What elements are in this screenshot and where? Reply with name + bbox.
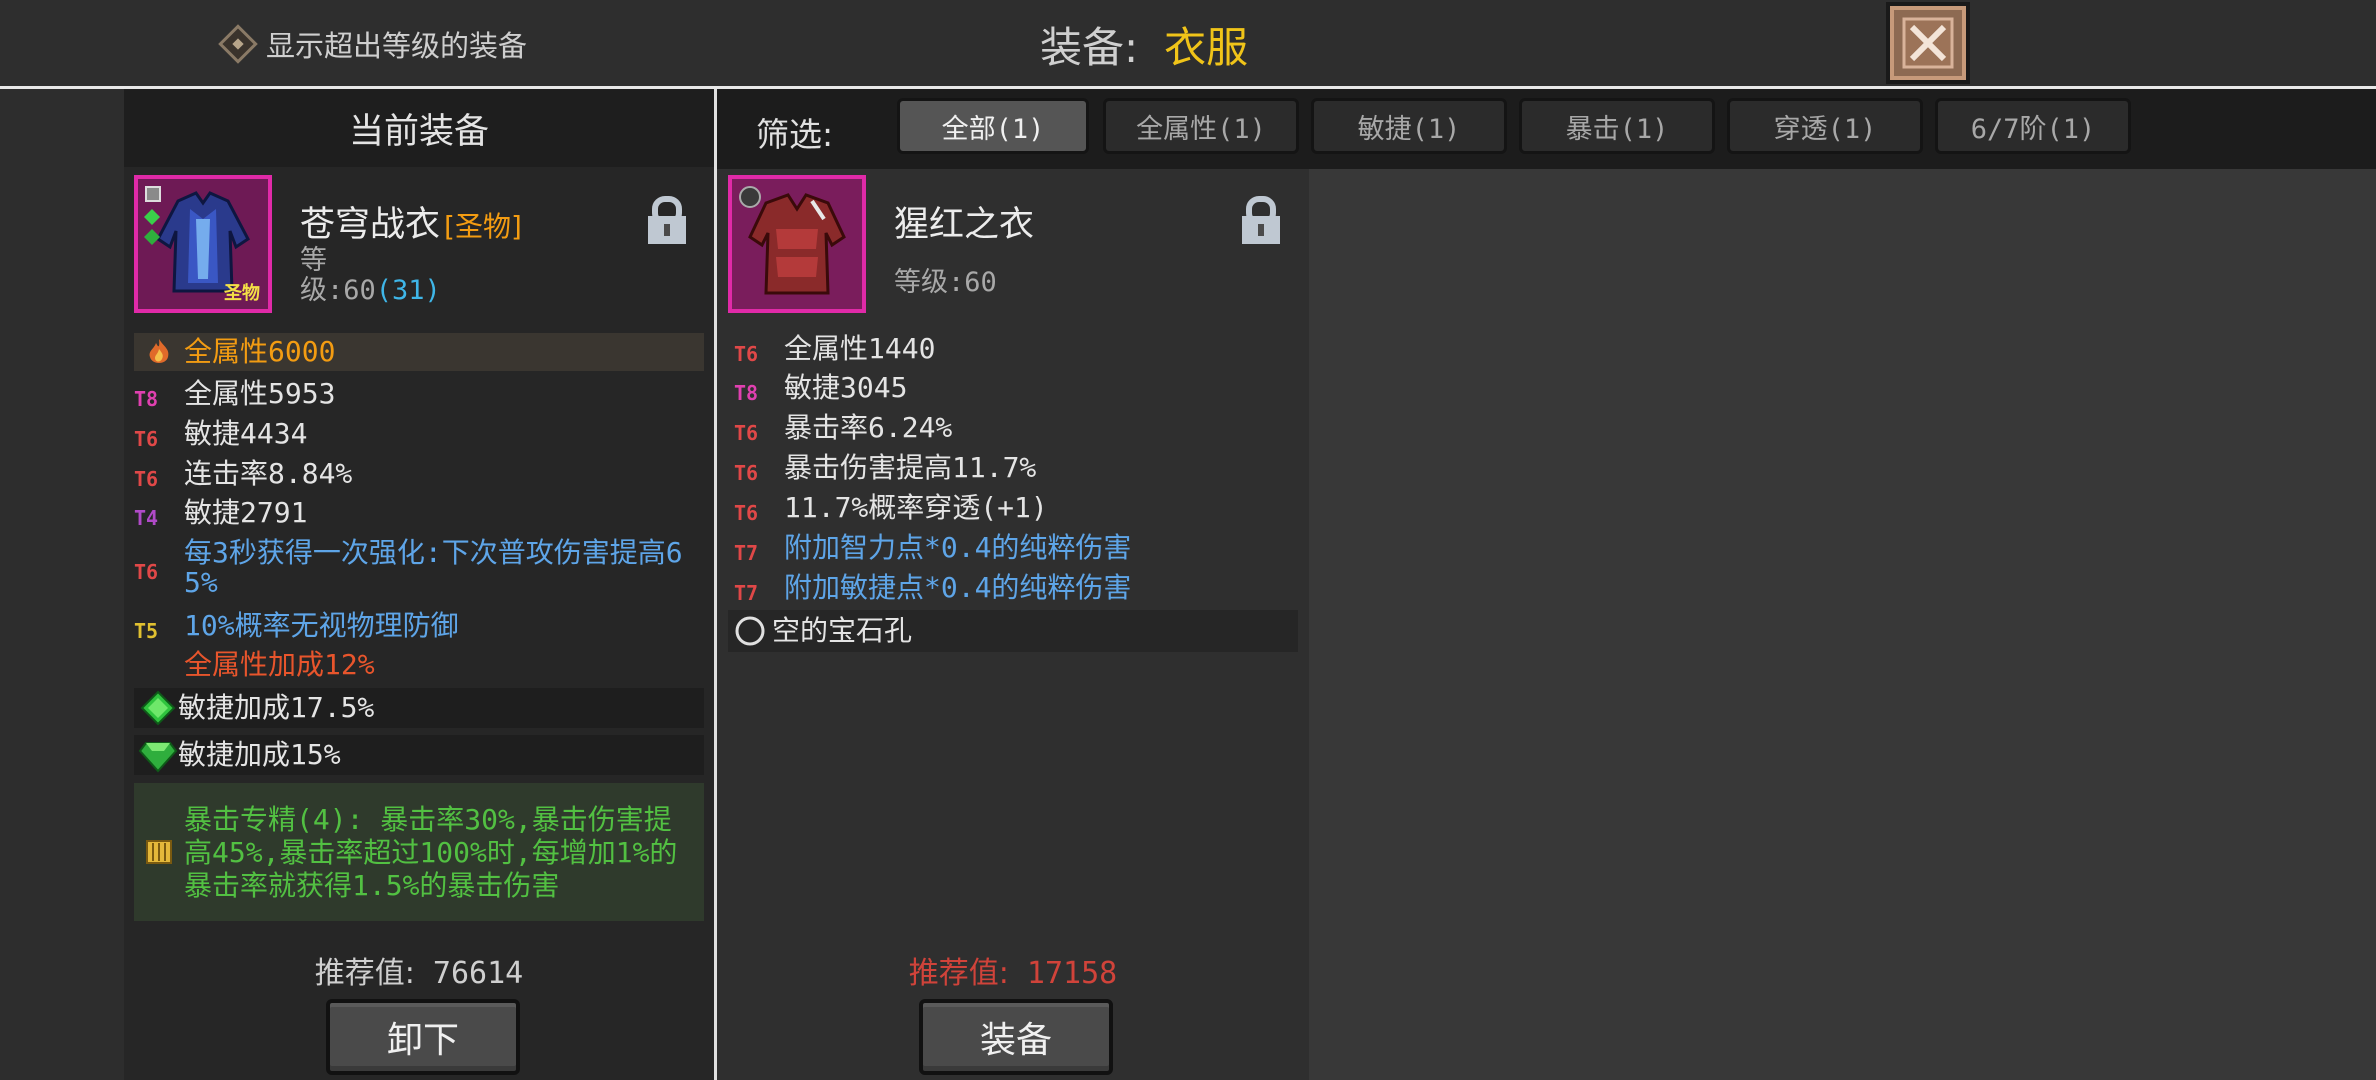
stat-text: 10%概率无视物理防御 bbox=[184, 609, 459, 642]
gem-row[interactable]: 敏捷加成15% bbox=[134, 735, 704, 775]
tier-label: T7 bbox=[734, 541, 759, 565]
stat-text: 每3秒获得一次强化:下次普攻伤害提高65% bbox=[184, 536, 683, 599]
socket-ring-icon bbox=[735, 616, 765, 646]
close-x-icon bbox=[1902, 17, 1954, 69]
current-stat-row: T4 敏捷2791 bbox=[134, 499, 704, 532]
title-label: 装备: bbox=[1040, 22, 1139, 72]
stat-text: 附加敏捷点*0.4的纯粹伤害 bbox=[784, 571, 1132, 604]
candidate-stat-row: T6 暴击伤害提高11.7% bbox=[734, 454, 1294, 487]
current-stat-row: T8 全属性5953 bbox=[134, 380, 704, 413]
show-over-level-toggle[interactable]: 显示超出等级的装备 bbox=[218, 24, 528, 64]
tab-all[interactable]: 全部(1) bbox=[897, 98, 1089, 154]
tier-label: T5 bbox=[134, 619, 159, 643]
lock-icon[interactable] bbox=[646, 196, 688, 246]
tab-penetration[interactable]: 穿透(1) bbox=[1727, 98, 1923, 154]
gem-icon bbox=[138, 742, 178, 773]
candidate-stat-row: T8 敏捷3045 bbox=[734, 374, 1294, 407]
tier-label: T4 bbox=[134, 506, 159, 530]
tier-label: T6 bbox=[134, 427, 159, 451]
candidate-item-icon[interactable] bbox=[728, 175, 866, 313]
candidate-stat-row: T7 附加敏捷点*0.4的纯粹伤害 bbox=[734, 574, 1294, 607]
gem-row[interactable]: 敏捷加成17.5% bbox=[134, 688, 704, 728]
lock-icon[interactable] bbox=[1240, 196, 1282, 246]
current-recommend: 推荐值: 76614 bbox=[124, 948, 714, 992]
recommend-label: 推荐值: bbox=[314, 956, 415, 991]
scroll-icon bbox=[134, 837, 184, 867]
tab-tier-6-7[interactable]: 6/7阶(1) bbox=[1935, 98, 2131, 154]
tier-label bbox=[134, 651, 184, 656]
current-item-title: 苍穹战衣 [圣物] bbox=[300, 196, 522, 247]
current-stat-row: T6 敏捷4434 bbox=[134, 420, 704, 453]
candidate-stat-row: T6 11.7%概率穿透(+1) bbox=[734, 494, 1294, 527]
set-bonus-row: 暴击专精(4): 暴击率30%,暴击伤害提高45%,暴击率超过100%时,每增加… bbox=[134, 783, 704, 921]
close-button[interactable] bbox=[1886, 2, 1970, 84]
current-stat-row: 全属性加成12% bbox=[134, 651, 704, 679]
current-stat-row: T6 每3秒获得一次强化:下次普攻伤害提高65% bbox=[134, 538, 694, 598]
gem-icon bbox=[140, 690, 176, 726]
tier-label: T8 bbox=[734, 381, 759, 405]
current-stat-row: T5 10%概率无视物理防御 bbox=[134, 612, 704, 645]
recommend-label: 推荐值: bbox=[908, 956, 1009, 991]
tier-label: T6 bbox=[734, 342, 759, 366]
stat-text: 全属性6000 bbox=[184, 335, 336, 368]
tier-label: T7 bbox=[734, 581, 759, 605]
current-item-tag: [圣物] bbox=[444, 210, 522, 243]
candidate-item-level: 等级:60 bbox=[894, 267, 997, 298]
empty-socket-text: 空的宝石孔 bbox=[772, 614, 913, 647]
stat-text: 全属性1440 bbox=[784, 332, 936, 365]
current-item-name: 苍穹战衣 bbox=[300, 205, 441, 245]
candidate-item-name: 猩红之衣 bbox=[894, 205, 1035, 245]
title-slot-name: 衣服 bbox=[1164, 22, 1249, 72]
gem-text: 敏捷加成15% bbox=[178, 738, 341, 771]
recommend-value: 17158 bbox=[1026, 956, 1118, 991]
tab-agility[interactable]: 敏捷(1) bbox=[1311, 98, 1507, 154]
candidate-stat-row: T7 附加智力点*0.4的纯粹伤害 bbox=[734, 534, 1294, 567]
stat-text: 附加智力点*0.4的纯粹伤害 bbox=[784, 531, 1132, 564]
stat-text: 敏捷4434 bbox=[184, 417, 308, 450]
current-item-level: 等 级:60(31) bbox=[300, 246, 441, 306]
tier-label: T6 bbox=[134, 560, 159, 584]
current-level-bonus: (31) bbox=[375, 275, 441, 306]
equip-button[interactable]: 装备 bbox=[919, 999, 1113, 1075]
filter-label: 筛选: bbox=[756, 115, 834, 154]
tier-label: T6 bbox=[134, 467, 159, 491]
tier-label: T6 bbox=[734, 461, 759, 485]
candidate-recommend: 推荐值: 17158 bbox=[717, 948, 1309, 992]
recommend-value: 76614 bbox=[432, 956, 524, 991]
stat-text: 敏捷2791 bbox=[184, 496, 308, 529]
diamond-checkbox-icon[interactable] bbox=[218, 24, 258, 64]
stat-text: 暴击伤害提高11.7% bbox=[784, 451, 1037, 484]
current-stat-row: 全属性6000 bbox=[134, 333, 704, 371]
page-title: 装备: 衣服 bbox=[1040, 14, 1248, 74]
stat-text: 全属性5953 bbox=[184, 377, 336, 410]
current-equipment-header: 当前装备 bbox=[124, 89, 714, 167]
current-item-icon[interactable]: 圣物 bbox=[134, 175, 272, 313]
armor-icon bbox=[732, 179, 862, 309]
stat-text: 连击率8.84% bbox=[184, 457, 353, 490]
tier-label: T6 bbox=[734, 501, 759, 525]
stat-text: 暴击率6.24% bbox=[784, 411, 953, 444]
candidate-stat-row: T6 暴击率6.24% bbox=[734, 414, 1294, 447]
relic-badge: 圣物 bbox=[224, 283, 260, 304]
tab-crit[interactable]: 暴击(1) bbox=[1519, 98, 1715, 154]
unequip-button[interactable]: 卸下 bbox=[326, 999, 520, 1075]
tab-all-attributes[interactable]: 全属性(1) bbox=[1103, 98, 1299, 154]
gem-text: 敏捷加成17.5% bbox=[178, 691, 375, 724]
stat-text: 11.7%概率穿透(+1) bbox=[784, 491, 1048, 524]
current-level-text: 级:60 bbox=[300, 275, 376, 306]
tier-label: T8 bbox=[134, 387, 159, 411]
current-level-prefix: 等 bbox=[300, 245, 327, 276]
flame-icon bbox=[134, 337, 184, 367]
candidate-stat-row: T6 全属性1440 bbox=[734, 335, 1294, 368]
set-bonus-text: 暴击专精(4): 暴击率30%,暴击伤害提高45%,暴击率超过100%时,每增加… bbox=[184, 802, 678, 902]
stat-text: 敏捷3045 bbox=[784, 371, 908, 404]
tier-label: T6 bbox=[734, 421, 759, 445]
show-over-level-label: 显示超出等级的装备 bbox=[266, 29, 528, 63]
stat-text: 全属性加成12% bbox=[184, 648, 375, 681]
empty-list-area bbox=[1309, 169, 2376, 1080]
empty-socket-row[interactable]: 空的宝石孔 bbox=[728, 610, 1298, 652]
current-stat-row: T6 连击率8.84% bbox=[134, 460, 704, 493]
